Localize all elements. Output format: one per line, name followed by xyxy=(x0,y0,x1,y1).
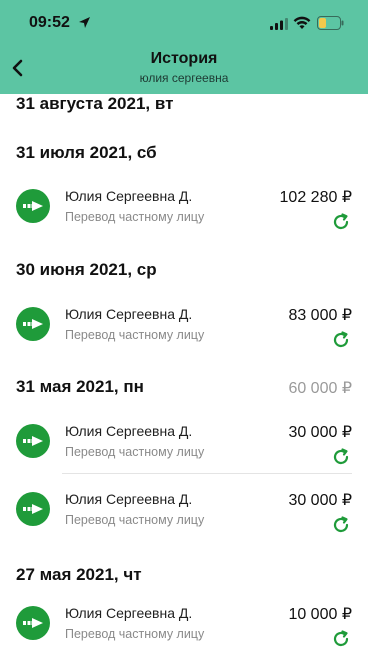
status-time: 09:52 xyxy=(29,14,70,31)
recipient-name: Юлия Сергеевна Д. xyxy=(65,491,193,507)
transfer-arrow-icon xyxy=(16,189,50,223)
section-date: 31 мая 2021, пн xyxy=(16,377,144,396)
transaction-description: Перевод частному лицу xyxy=(65,210,205,224)
transfer-arrow-icon xyxy=(16,492,50,526)
repeat-icon[interactable] xyxy=(331,447,351,467)
page-title: История xyxy=(150,50,218,67)
transaction-amount: 30 000 ₽ xyxy=(288,424,352,441)
transfer-arrow-icon xyxy=(16,606,50,640)
recipient-name: Юлия Сергеевна Д. xyxy=(65,605,193,621)
transaction-description: Перевод частному лицу xyxy=(65,445,205,459)
transaction-row[interactable]: Юлия Сергеевна Д. Перевод частному лицу … xyxy=(0,416,368,472)
section-date: 27 мая 2021, чт xyxy=(16,565,142,584)
repeat-icon[interactable] xyxy=(331,629,351,649)
repeat-icon[interactable] xyxy=(331,515,351,535)
transaction-row[interactable]: Юлия Сергеевна Д. Перевод частному лицу … xyxy=(0,181,368,237)
section-date: 31 июля 2021, сб xyxy=(16,143,157,162)
transaction-amount: 30 000 ₽ xyxy=(288,492,352,509)
transaction-row[interactable]: Юлия Сергеевна Д. Перевод частному лицу … xyxy=(0,299,368,355)
divider xyxy=(62,473,352,474)
transaction-row[interactable]: Юлия Сергеевна Д. Перевод частному лицу … xyxy=(0,484,368,540)
transaction-amount: 83 000 ₽ xyxy=(288,307,352,324)
transfer-arrow-icon xyxy=(16,424,50,458)
repeat-icon[interactable] xyxy=(331,330,351,350)
section-total: 60 000 ₽ xyxy=(288,380,352,397)
transaction-amount: 102 280 ₽ xyxy=(279,189,352,206)
page-subtitle: юлия сергеевна xyxy=(139,71,229,85)
recipient-name: Юлия Сергеевна Д. xyxy=(65,423,193,439)
section-date: 30 июня 2021, ср xyxy=(16,260,157,279)
section-date: 31 августа 2021, вт xyxy=(16,94,174,113)
transaction-description: Перевод частному лицу xyxy=(65,627,205,641)
repeat-icon[interactable] xyxy=(331,212,351,232)
header: 09:52 История юлия сергеевна xyxy=(0,0,368,94)
transaction-description: Перевод частному лицу xyxy=(65,328,205,342)
wifi-icon xyxy=(293,16,311,29)
cellular-signal-icon xyxy=(270,18,288,30)
battery-icon xyxy=(317,16,344,30)
recipient-name: Юлия Сергеевна Д. xyxy=(65,306,193,322)
transaction-description: Перевод частному лицу xyxy=(65,513,205,527)
recipient-name: Юлия Сергеевна Д. xyxy=(65,188,193,204)
transaction-row[interactable]: Юлия Сергеевна Д. Перевод частному лицу … xyxy=(0,598,368,654)
status-bar: 09:52 xyxy=(0,0,368,44)
transaction-amount: 10 000 ₽ xyxy=(288,606,352,623)
transfer-arrow-icon xyxy=(16,307,50,341)
location-arrow-icon xyxy=(79,17,90,28)
